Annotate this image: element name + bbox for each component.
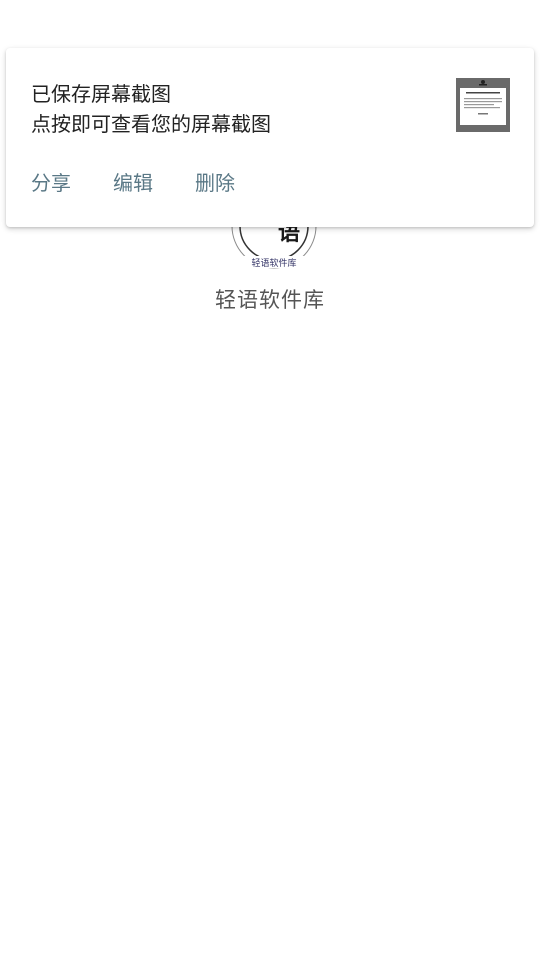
app-name: 轻语软件库 [215, 288, 325, 312]
screen: 语 轻语软件库 轻语软件库 已保存屏幕截图 点按即可查看您的屏幕截图 分享 编辑… [0, 0, 540, 960]
share-button[interactable]: 分享 [31, 168, 71, 198]
delete-button[interactable]: 删除 [195, 168, 235, 198]
notification-actions: 分享 编辑 删除 [31, 168, 235, 198]
logo-caption: 轻语软件库 [251, 257, 296, 269]
notification-text: 点按即可查看您的屏幕截图 [31, 112, 271, 136]
edit-button[interactable]: 编辑 [113, 168, 153, 198]
screenshot-thumbnail[interactable] [456, 78, 510, 132]
notification-title: 已保存屏幕截图 [31, 82, 171, 106]
screenshot-notification[interactable]: 已保存屏幕截图 点按即可查看您的屏幕截图 分享 编辑 删除 [6, 48, 534, 227]
